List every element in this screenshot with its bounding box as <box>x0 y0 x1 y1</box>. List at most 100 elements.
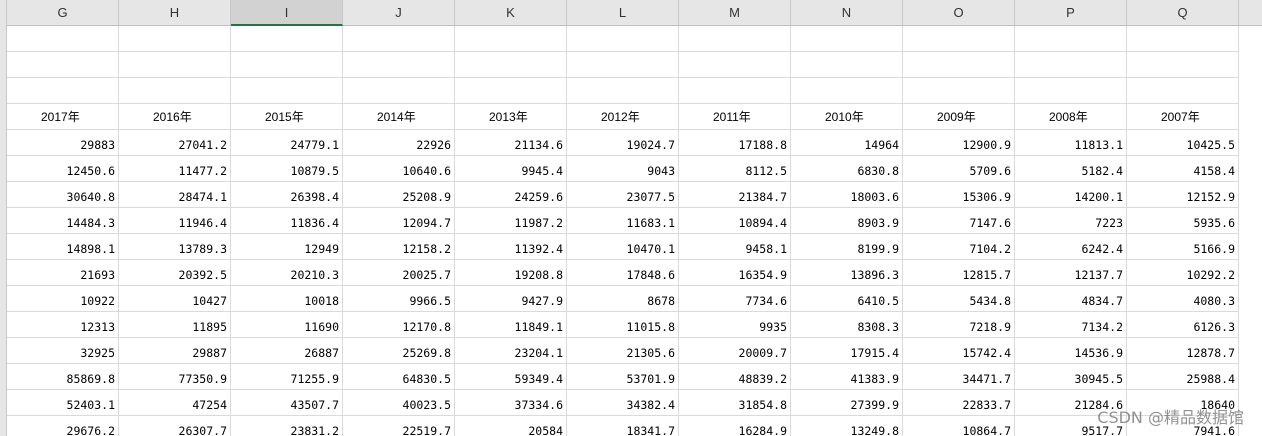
empty-cell[interactable] <box>7 78 119 104</box>
data-cell[interactable]: 16354.9 <box>679 260 791 286</box>
data-cell[interactable]: 7941.6 <box>1127 416 1239 436</box>
empty-cell[interactable] <box>119 52 231 78</box>
empty-cell[interactable] <box>231 52 343 78</box>
data-cell[interactable]: 21284.6 <box>1015 390 1127 416</box>
empty-cell[interactable] <box>791 26 903 52</box>
data-cell[interactable]: 52403.1 <box>7 390 119 416</box>
data-cell[interactable]: 11946.4 <box>119 208 231 234</box>
empty-cell[interactable] <box>567 26 679 52</box>
data-cell[interactable]: 43507.7 <box>231 390 343 416</box>
data-cell[interactable]: 32925 <box>7 338 119 364</box>
data-cell[interactable]: 27041.2 <box>119 130 231 156</box>
data-cell[interactable]: 9043 <box>567 156 679 182</box>
data-cell[interactable]: 11813.1 <box>1015 130 1127 156</box>
data-cell[interactable]: 9966.5 <box>343 286 455 312</box>
empty-cell[interactable] <box>455 78 567 104</box>
data-cell[interactable]: 9945.4 <box>455 156 567 182</box>
data-cell[interactable]: 17848.6 <box>567 260 679 286</box>
column-header-o[interactable]: O <box>903 0 1015 25</box>
data-cell[interactable]: 15306.9 <box>903 182 1015 208</box>
empty-cell[interactable] <box>567 52 679 78</box>
data-cell[interactable]: 13249.8 <box>791 416 903 436</box>
empty-cell[interactable] <box>567 78 679 104</box>
data-cell[interactable]: 7134.2 <box>1015 312 1127 338</box>
data-cell[interactable]: 13789.3 <box>119 234 231 260</box>
data-cell[interactable]: 10640.6 <box>343 156 455 182</box>
data-cell[interactable]: 26307.7 <box>119 416 231 436</box>
column-header-g[interactable]: G <box>7 0 119 25</box>
empty-cell[interactable] <box>231 26 343 52</box>
year-header-cell[interactable]: 2013年 <box>455 104 567 130</box>
data-cell[interactable]: 22926 <box>343 130 455 156</box>
data-cell[interactable]: 26398.4 <box>231 182 343 208</box>
data-cell[interactable]: 12170.8 <box>343 312 455 338</box>
empty-cell[interactable] <box>1127 52 1239 78</box>
data-cell[interactable]: 85869.8 <box>7 364 119 390</box>
data-cell[interactable]: 12094.7 <box>343 208 455 234</box>
data-cell[interactable]: 31854.8 <box>679 390 791 416</box>
data-cell[interactable]: 34471.7 <box>903 364 1015 390</box>
data-cell[interactable]: 12313 <box>7 312 119 338</box>
data-cell[interactable]: 26887 <box>231 338 343 364</box>
column-header-l[interactable]: L <box>567 0 679 25</box>
data-cell[interactable]: 21134.6 <box>455 130 567 156</box>
data-cell[interactable]: 11987.2 <box>455 208 567 234</box>
empty-cell[interactable] <box>7 26 119 52</box>
data-cell[interactable]: 24259.6 <box>455 182 567 208</box>
empty-cell[interactable] <box>1127 26 1239 52</box>
data-cell[interactable]: 10018 <box>231 286 343 312</box>
data-cell[interactable]: 8903.9 <box>791 208 903 234</box>
data-cell[interactable]: 16284.9 <box>679 416 791 436</box>
column-header-k[interactable]: K <box>455 0 567 25</box>
data-cell[interactable]: 29887 <box>119 338 231 364</box>
data-cell[interactable]: 30640.8 <box>7 182 119 208</box>
data-cell[interactable]: 12878.7 <box>1127 338 1239 364</box>
data-cell[interactable]: 25988.4 <box>1127 364 1239 390</box>
data-cell[interactable]: 21305.6 <box>567 338 679 364</box>
data-cell[interactable]: 48839.2 <box>679 364 791 390</box>
data-cell[interactable]: 10292.2 <box>1127 260 1239 286</box>
year-header-cell[interactable]: 2010年 <box>791 104 903 130</box>
column-header-i[interactable]: I <box>231 0 343 26</box>
data-cell[interactable]: 12152.9 <box>1127 182 1239 208</box>
data-cell[interactable]: 11477.2 <box>119 156 231 182</box>
data-cell[interactable]: 71255.9 <box>231 364 343 390</box>
empty-cell[interactable] <box>455 26 567 52</box>
data-cell[interactable]: 12949 <box>231 234 343 260</box>
data-cell[interactable]: 18003.6 <box>791 182 903 208</box>
empty-cell[interactable] <box>679 78 791 104</box>
data-cell[interactable]: 23077.5 <box>567 182 679 208</box>
data-cell[interactable]: 59349.4 <box>455 364 567 390</box>
year-header-cell[interactable]: 2014年 <box>343 104 455 130</box>
data-cell[interactable]: 64830.5 <box>343 364 455 390</box>
empty-cell[interactable] <box>231 78 343 104</box>
data-cell[interactable]: 37334.6 <box>455 390 567 416</box>
data-cell[interactable]: 6830.8 <box>791 156 903 182</box>
data-cell[interactable]: 6126.3 <box>1127 312 1239 338</box>
empty-cell[interactable] <box>7 52 119 78</box>
data-cell[interactable]: 7734.6 <box>679 286 791 312</box>
data-cell[interactable]: 20025.7 <box>343 260 455 286</box>
data-cell[interactable]: 14200.1 <box>1015 182 1127 208</box>
data-cell[interactable]: 11895 <box>119 312 231 338</box>
year-header-cell[interactable]: 2016年 <box>119 104 231 130</box>
data-cell[interactable]: 10894.4 <box>679 208 791 234</box>
data-cell[interactable]: 5709.6 <box>903 156 1015 182</box>
data-cell[interactable]: 17188.8 <box>679 130 791 156</box>
column-header-p[interactable]: P <box>1015 0 1127 25</box>
data-cell[interactable]: 5935.6 <box>1127 208 1239 234</box>
empty-cell[interactable] <box>1127 78 1239 104</box>
data-cell[interactable]: 19208.8 <box>455 260 567 286</box>
data-cell[interactable]: 10470.1 <box>567 234 679 260</box>
year-header-cell[interactable]: 2008年 <box>1015 104 1127 130</box>
data-cell[interactable]: 20210.3 <box>231 260 343 286</box>
data-cell[interactable]: 47254 <box>119 390 231 416</box>
data-cell[interactable]: 10425.5 <box>1127 130 1239 156</box>
data-cell[interactable]: 28474.1 <box>119 182 231 208</box>
data-cell[interactable]: 20392.5 <box>119 260 231 286</box>
data-cell[interactable]: 53701.9 <box>567 364 679 390</box>
data-cell[interactable]: 14536.9 <box>1015 338 1127 364</box>
year-header-cell[interactable]: 2015年 <box>231 104 343 130</box>
data-cell[interactable]: 7223 <box>1015 208 1127 234</box>
column-header-q[interactable]: Q <box>1127 0 1239 25</box>
